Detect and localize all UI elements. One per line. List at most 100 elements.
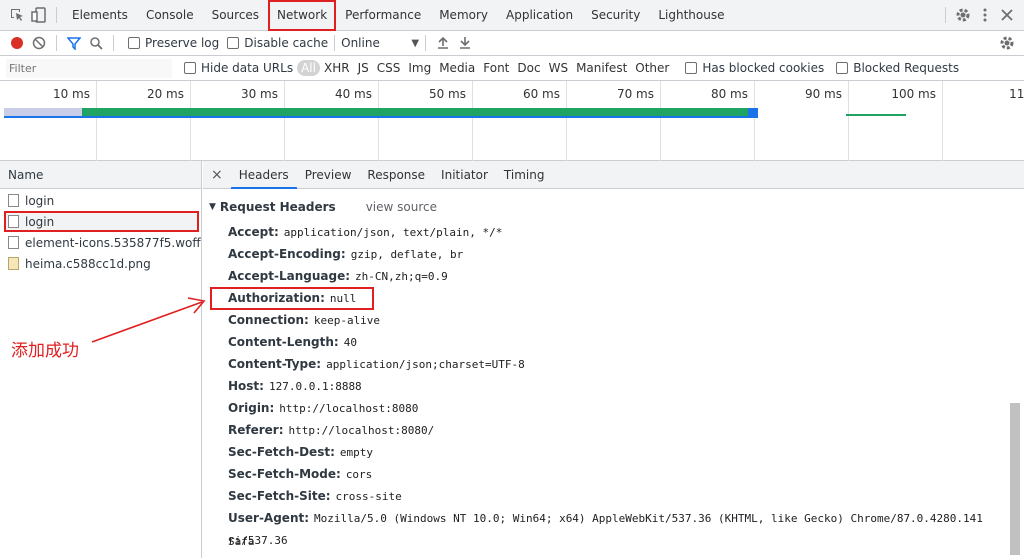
header-value: ri/537.36 (228, 534, 288, 547)
filter-input[interactable] (6, 58, 172, 78)
timeline-tick-label: 60 ms (522, 87, 560, 101)
tab-sources[interactable]: Sources (203, 0, 268, 31)
detail-tab-headers[interactable]: Headers (230, 161, 297, 189)
detail-tab-response[interactable]: Response (359, 161, 433, 189)
header-name: Connection: (228, 313, 309, 327)
header-value: application/json;charset=UTF-8 (326, 358, 525, 371)
tab-network[interactable]: Network (268, 0, 337, 31)
type-filter-img[interactable]: Img (404, 61, 435, 75)
header-value: http://localhost:8080/ (288, 424, 435, 437)
detail-tab-preview[interactable]: Preview (297, 161, 360, 189)
import-har-icon[interactable] (432, 32, 454, 54)
header-row: Referer: http://localhost:8080/ (228, 419, 1008, 442)
header-value: cors (345, 468, 373, 481)
disclosure-triangle-icon: ▼ (209, 202, 216, 212)
type-filter-js[interactable]: JS (354, 61, 373, 75)
header-row: Connection: keep-alive (228, 309, 1008, 332)
record-icon[interactable] (6, 32, 28, 54)
tab-console[interactable]: Console (137, 0, 203, 31)
type-filter-media[interactable]: Media (435, 61, 479, 75)
header-name: Accept-Encoding: (228, 247, 346, 261)
close-detail-button[interactable]: × (203, 167, 231, 183)
section-title: Request Headers (219, 200, 336, 214)
detail-tabs: × Headers Preview Response Initiator Timing (203, 161, 1024, 189)
timeline-tick-label: 50 ms (428, 87, 466, 101)
separator (334, 35, 336, 51)
detail-tab-timing[interactable]: Timing (496, 161, 553, 189)
type-filter-manifest[interactable]: Manifest (572, 61, 631, 75)
timeline-gridline (190, 81, 191, 161)
view-source-link[interactable]: view source (366, 200, 437, 214)
request-row[interactable]: login (4, 211, 199, 232)
header-row: Content-Length: 40 (228, 331, 1008, 354)
type-filter-doc[interactable]: Doc (513, 61, 544, 75)
throttle-select[interactable]: Online ▼ (341, 36, 419, 50)
preserve-log-checkbox[interactable]: Preserve log (128, 36, 219, 50)
tab-memory[interactable]: Memory (430, 0, 497, 31)
annotation-arrow (91, 297, 206, 343)
preserve-log-label: Preserve log (145, 36, 220, 50)
type-filter-font[interactable]: Font (479, 61, 513, 75)
scrollbar-thumb[interactable] (1010, 403, 1020, 555)
tab-security[interactable]: Security (582, 0, 649, 31)
header-row: Sec-Fetch-Dest: empty (228, 441, 1008, 464)
tab-lighthouse[interactable]: Lighthouse (649, 0, 733, 31)
header-name: Authorization: (228, 291, 325, 305)
tab-application[interactable]: Application (497, 0, 582, 31)
blocked-requests-checkbox[interactable]: Blocked Requests (836, 61, 959, 75)
export-har-icon[interactable] (454, 32, 476, 54)
timeline-gridline (566, 81, 567, 161)
request-row[interactable]: element-icons.535877f5.woff (0, 232, 201, 253)
name-column-header[interactable]: Name (0, 161, 201, 189)
tab-elements[interactable]: Elements (63, 0, 137, 31)
close-icon[interactable] (996, 4, 1018, 26)
request-headers-section[interactable]: ▼ Request Headers view source (203, 199, 1024, 215)
timeline-bar-late (846, 114, 906, 116)
inspect-element-icon[interactable] (6, 4, 28, 26)
timeline-gridline (660, 81, 661, 161)
type-filter-xhr[interactable]: XHR (320, 61, 354, 75)
tab-performance[interactable]: Performance (336, 0, 430, 31)
disable-cache-checkbox[interactable]: Disable cache (227, 36, 328, 50)
type-filter-css[interactable]: CSS (373, 61, 405, 75)
disable-cache-label: Disable cache (244, 36, 329, 50)
gear-icon[interactable] (952, 4, 974, 26)
request-row[interactable]: heima.c588cc1d.png (0, 253, 201, 274)
request-row[interactable]: login (0, 190, 201, 211)
annotation-text: 添加成功 (11, 341, 79, 361)
separator (56, 35, 57, 51)
more-vertical-icon[interactable] (974, 4, 996, 26)
timeline-tick-label: 90 ms (804, 87, 842, 101)
timeline-bar-request (4, 116, 758, 118)
device-toolbar-icon[interactable] (28, 4, 50, 26)
type-filter-all[interactable]: All (297, 60, 320, 76)
hide-data-urls-checkbox[interactable]: Hide data URLs (184, 61, 293, 75)
blocked-cookies-label: Has blocked cookies (702, 61, 825, 75)
document-file-icon (8, 215, 19, 228)
header-value: keep-alive (313, 314, 381, 327)
timeline-tick-label: 110 (1009, 87, 1024, 101)
type-filter-ws[interactable]: WS (545, 61, 572, 75)
detail-tab-initiator[interactable]: Initiator (433, 161, 496, 189)
header-name: Content-Type: (228, 357, 322, 371)
blocked-cookies-checkbox[interactable]: Has blocked cookies (685, 61, 824, 75)
header-row: Content-Type: application/json;charset=UT… (228, 353, 1008, 376)
clear-icon[interactable] (28, 32, 50, 54)
filter-icon[interactable] (63, 32, 85, 54)
type-filter-other[interactable]: Other (631, 61, 673, 75)
header-row: Host: 127.0.0.1:8888 (228, 375, 1008, 398)
header-value: http://localhost:8080 (279, 402, 419, 415)
timeline-bar-end (748, 108, 758, 116)
header-name: Accept: (228, 225, 279, 239)
timeline-tick-label: 80 ms (710, 87, 748, 101)
header-value: zh-CN,zh;q=0.9 (355, 270, 448, 283)
header-row: Accept: application/json, text/plain, */* (228, 221, 1008, 244)
timeline-tick-label: 70 ms (616, 87, 654, 101)
document-file-icon (8, 236, 19, 249)
timeline-tick-label: 100 ms (891, 87, 936, 101)
network-settings-gear-icon[interactable] (996, 32, 1018, 54)
timeline-overview[interactable]: 10 ms 20 ms 30 ms 40 ms 50 ms 60 ms 70 ms 80 ms… (0, 81, 1024, 161)
timeline-gridline (848, 81, 849, 161)
throttle-value: Online (341, 36, 380, 50)
search-icon[interactable] (85, 32, 107, 54)
